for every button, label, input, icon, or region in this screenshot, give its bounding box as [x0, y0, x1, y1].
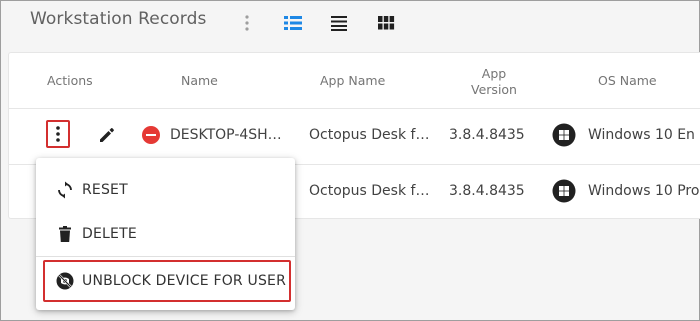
menu-item-unblock-device[interactable]: UNBLOCK DEVICE FOR USER: [43, 260, 291, 302]
unblock-icon: [56, 272, 74, 290]
blocked-status-icon: [142, 126, 160, 144]
column-header-name[interactable]: Name: [181, 73, 218, 89]
cell-os-name: Windows 10 Pro: [588, 183, 700, 199]
refresh-icon: [58, 181, 72, 199]
row-actions-menu: RESET DELETE UNBLOCK DEVICE FOR USER: [36, 158, 295, 310]
menu-item-delete[interactable]: DELETE: [36, 212, 295, 256]
column-header-actions[interactable]: Actions: [47, 73, 93, 89]
more-vert-icon: [56, 126, 60, 142]
more-vert-icon[interactable]: [239, 14, 255, 32]
column-header-app-version[interactable]: App Version: [469, 66, 519, 98]
cell-app-version: 3.8.4.8435: [449, 183, 525, 199]
cell-os-name: Windows 10 En: [588, 127, 695, 143]
table-row[interactable]: DESKTOP-4SH… Octopus Desk f… 3.8.4.8435 …: [9, 109, 700, 165]
windows-os-icon: [552, 179, 576, 203]
edit-icon[interactable]: [97, 125, 117, 145]
menu-item-reset[interactable]: RESET: [36, 168, 295, 212]
view-list-icon[interactable]: [283, 14, 303, 32]
cell-name: DESKTOP-4SH…: [170, 127, 282, 143]
menu-divider: [36, 256, 295, 257]
cell-app-version: 3.8.4.8435: [449, 127, 525, 143]
column-header-app-version-line2: Version: [471, 82, 517, 97]
cell-app-name: Octopus Desk f…: [309, 183, 430, 199]
column-header-app-name[interactable]: App Name: [320, 73, 385, 89]
table-header: Actions Name App Name App Version OS Nam…: [9, 53, 700, 109]
row-actions-button[interactable]: [46, 120, 70, 148]
trash-icon: [59, 226, 71, 242]
cell-app-name: Octopus Desk f…: [309, 127, 430, 143]
column-header-os-name[interactable]: OS Name: [598, 73, 657, 89]
view-rows-icon[interactable]: [330, 14, 348, 32]
windows-os-icon: [552, 123, 576, 147]
column-header-app-version-line1: App: [481, 66, 507, 81]
menu-item-label: UNBLOCK DEVICE FOR USER: [82, 273, 287, 289]
menu-item-label: DELETE: [82, 226, 137, 242]
menu-item-label: RESET: [82, 182, 128, 198]
page-title: Workstation Records: [30, 9, 207, 29]
page-header: Workstation Records: [0, 0, 700, 48]
view-grid-icon[interactable]: [377, 14, 395, 32]
